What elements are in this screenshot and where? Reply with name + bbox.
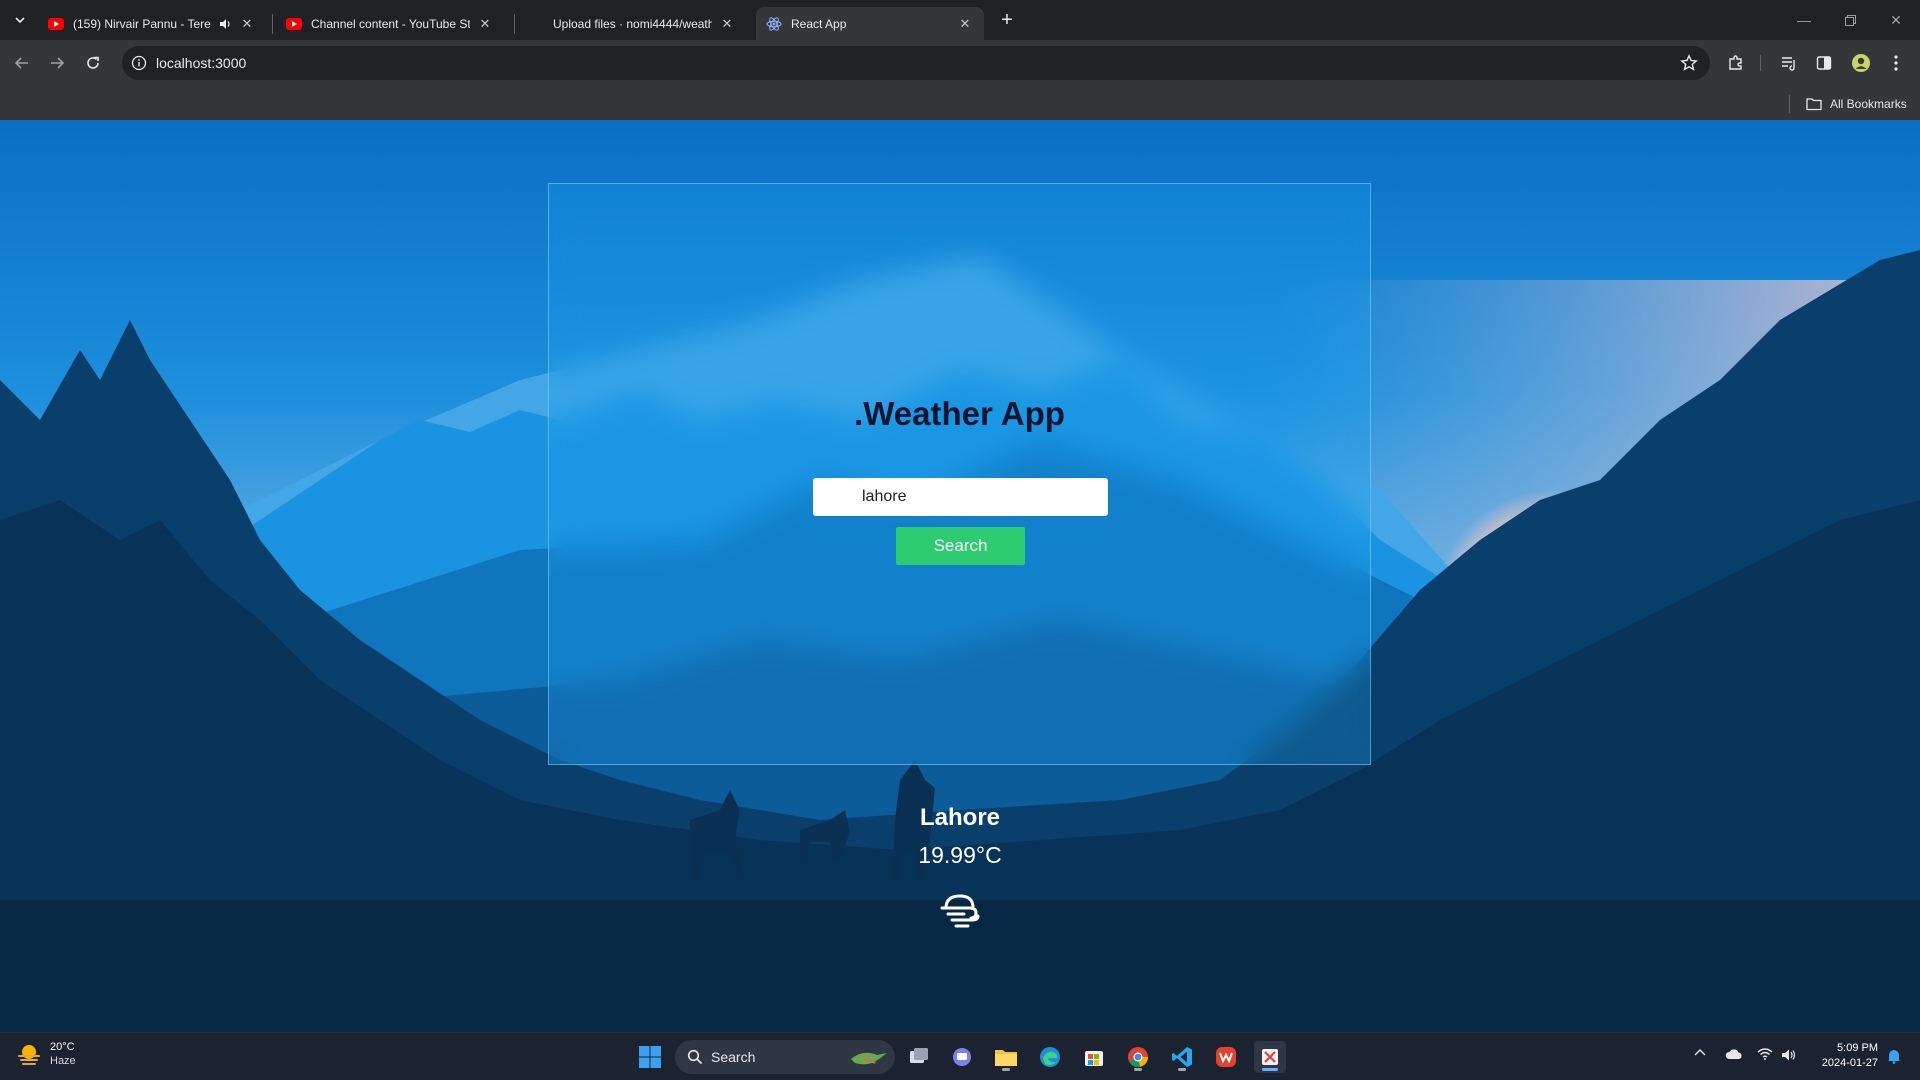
- address-bar[interactable]: localhost:3000: [122, 46, 1710, 80]
- new-tab-button[interactable]: +: [995, 8, 1019, 32]
- back-arrow-icon[interactable]: [10, 51, 34, 75]
- minimize-icon[interactable]: —: [1792, 8, 1816, 32]
- wps-office-icon[interactable]: [1210, 1041, 1242, 1073]
- close-window-icon[interactable]: ✕: [1884, 8, 1908, 32]
- profile-avatar-icon[interactable]: [1849, 51, 1873, 75]
- site-info-icon[interactable]: [131, 55, 147, 71]
- bookmarks-separator: [1789, 95, 1790, 113]
- close-tab-icon[interactable]: ✕: [956, 15, 974, 33]
- tab-title: Channel content - YouTube Stu: [311, 16, 470, 31]
- microsoft-store-icon[interactable]: [1078, 1041, 1110, 1073]
- show-hidden-icons-chevron-icon[interactable]: [1692, 1048, 1708, 1056]
- taskbar-search-label: Search: [711, 1049, 756, 1065]
- github-icon: [528, 16, 544, 32]
- vscode-icon[interactable]: [1166, 1041, 1198, 1073]
- more-menu-icon[interactable]: [1884, 51, 1908, 75]
- edge-browser-icon[interactable]: [1034, 1041, 1066, 1073]
- speaker-icon[interactable]: [218, 17, 232, 31]
- tab-separator: [272, 14, 273, 34]
- taskbar-weather-temp: 20°C: [50, 1041, 75, 1053]
- app-title: .Weather App: [854, 395, 1065, 432]
- extensions-icon[interactable]: [1724, 51, 1748, 75]
- all-bookmarks-label: All Bookmarks: [1830, 97, 1907, 111]
- close-tab-icon[interactable]: ✕: [476, 15, 494, 33]
- snipping-tool-icon[interactable]: [1254, 1041, 1286, 1073]
- media-controls-icon[interactable]: [1777, 51, 1801, 75]
- youtube-icon: [286, 16, 302, 32]
- tab-strip: (159) Nirvair Pannu - Tere Le ✕ Channel …: [0, 0, 1920, 40]
- file-explorer-icon[interactable]: [990, 1041, 1022, 1073]
- tab-title: Upload files · nomi4444/weathe: [553, 16, 712, 31]
- url-text[interactable]: localhost:3000: [156, 55, 246, 71]
- active-indicator: [1134, 1068, 1142, 1071]
- tab-youtube-studio[interactable]: Channel content - YouTube Stu ✕: [276, 7, 504, 40]
- taskbar-weather-desc: Haze: [50, 1055, 76, 1067]
- reload-icon[interactable]: [81, 51, 105, 75]
- result-temperature: 19.99°C: [918, 842, 1002, 868]
- restore-icon[interactable]: [1838, 8, 1862, 32]
- tab-title: React App: [791, 16, 847, 31]
- active-indicator: [1178, 1068, 1186, 1071]
- taskbar-weather-widget[interactable]: 20°C Haze: [16, 1040, 76, 1068]
- search-highlight-bird-icon: [851, 1052, 887, 1065]
- chrome-icon[interactable]: [1122, 1041, 1154, 1073]
- tab-separator: [514, 14, 515, 34]
- all-bookmarks-button[interactable]: All Bookmarks: [1806, 95, 1907, 113]
- weather-search-card: .Weather App Search: [548, 183, 1371, 765]
- tab-react-app[interactable]: React App ✕: [756, 7, 984, 40]
- result-city-name: Lahore: [919, 804, 1000, 831]
- bookmark-star-icon[interactable]: [1680, 54, 1698, 72]
- onedrive-cloud-icon[interactable]: [1724, 1048, 1744, 1060]
- teams-chat-icon[interactable]: [946, 1041, 978, 1073]
- tab-title: (159) Nirvair Pannu - Tere Le: [73, 16, 214, 31]
- windows-start-icon[interactable]: [634, 1041, 666, 1073]
- side-panel-icon[interactable]: [1812, 51, 1836, 75]
- tab-search-chevron-icon[interactable]: [8, 8, 32, 32]
- search-icon: [687, 1049, 703, 1065]
- bookmarks-bar: All Bookmarks: [0, 86, 1920, 120]
- clock-time: 5:09 PM: [1837, 1042, 1878, 1054]
- task-view-icon[interactable]: [903, 1041, 935, 1073]
- active-indicator: [1262, 1068, 1278, 1071]
- tab-github-upload[interactable]: Upload files · nomi4444/weathe ✕: [518, 7, 746, 40]
- browser-toolbar: localhost:3000: [0, 40, 1920, 86]
- haze-sun-icon: [18, 1045, 40, 1065]
- city-search-input[interactable]: [813, 478, 1108, 516]
- folder-icon: [1806, 98, 1822, 111]
- taskbar-clock[interactable]: 5:09 PM 2024-01-27: [1808, 1041, 1878, 1071]
- wifi-icon[interactable]: [1755, 1048, 1775, 1060]
- react-icon: [766, 16, 782, 32]
- clock-date: 2024-01-27: [1821, 1057, 1878, 1069]
- taskbar-search-box[interactable]: Search: [675, 1040, 895, 1074]
- haze-icon: [940, 894, 980, 928]
- forward-arrow-icon[interactable]: [45, 51, 69, 75]
- active-indicator: [1002, 1068, 1010, 1071]
- tab-youtube-music[interactable]: (159) Nirvair Pannu - Tere Le ✕: [38, 7, 266, 40]
- windows-taskbar: 20°C Haze Search 5:09 PM 2024-01-27: [0, 1032, 1920, 1080]
- volume-icon[interactable]: [1779, 1048, 1799, 1062]
- close-tab-icon[interactable]: ✕: [718, 15, 736, 33]
- page-viewport: .Weather App Search Lahore 19.99°C: [0, 120, 1920, 1032]
- youtube-icon: [48, 16, 64, 32]
- close-tab-icon[interactable]: ✕: [238, 15, 256, 33]
- toolbar-separator: [1760, 55, 1761, 71]
- search-button[interactable]: Search: [896, 527, 1025, 565]
- notification-bell-icon[interactable]: [1884, 1048, 1904, 1064]
